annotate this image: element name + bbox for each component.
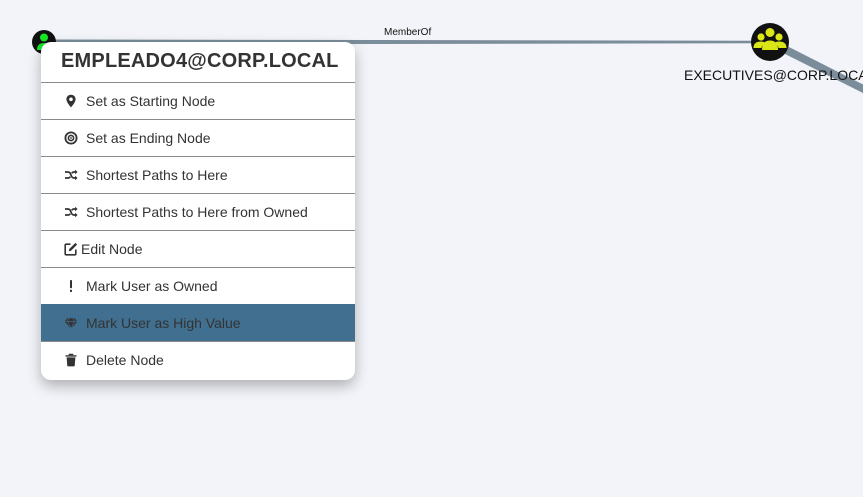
menu-item-label: Shortest Paths to Here <box>86 167 228 183</box>
node-label-executives: EXECUTIVES@CORP.LOCAL <box>684 67 863 83</box>
node-executives[interactable] <box>751 23 789 61</box>
edit-icon <box>64 242 78 256</box>
menu-item-label: Shortest Paths to Here from Owned <box>86 204 308 220</box>
menu-item-label: Set as Ending Node <box>86 130 211 146</box>
menu-item-shortest-paths-here[interactable]: Shortest Paths to Here <box>41 156 355 193</box>
map-marker-icon <box>64 94 78 108</box>
menu-item-delete-node[interactable]: Delete Node <box>41 341 355 378</box>
menu-item-label: Mark User as High Value <box>86 315 241 331</box>
bullseye-icon <box>64 131 78 145</box>
menu-item-label: Delete Node <box>86 352 164 368</box>
random-icon <box>64 205 78 219</box>
node-context-menu: EMPLEADO4@CORP.LOCAL Set as Starting Nod… <box>41 42 355 380</box>
menu-item-label: Edit Node <box>81 241 143 257</box>
edge-label-memberof: MemberOf <box>384 27 432 38</box>
menu-item-mark-owned[interactable]: Mark User as Owned <box>41 267 355 304</box>
menu-item-mark-high-value[interactable]: Mark User as High Value <box>41 304 355 341</box>
trash-icon <box>64 353 78 367</box>
menu-item-set-ending-node[interactable]: Set as Ending Node <box>41 119 355 156</box>
random-icon <box>64 168 78 182</box>
menu-item-shortest-paths-here-from-owned[interactable]: Shortest Paths to Here from Owned <box>41 193 355 230</box>
menu-item-edit-node[interactable]: Edit Node <box>41 230 355 267</box>
exclamation-icon <box>64 279 78 293</box>
menu-item-set-starting-node[interactable]: Set as Starting Node <box>41 82 355 119</box>
gem-icon <box>64 316 78 330</box>
menu-item-label: Set as Starting Node <box>86 93 216 109</box>
menu-title: EMPLEADO4@CORP.LOCAL <box>61 50 339 72</box>
menu-item-label: Mark User as Owned <box>86 278 218 294</box>
